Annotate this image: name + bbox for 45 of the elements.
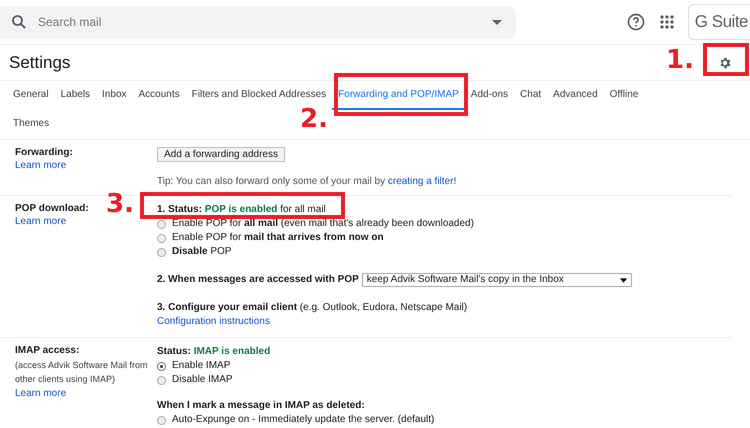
- page-title: Settings: [9, 52, 70, 72]
- configuration-link[interactable]: Configuration instructions: [157, 315, 270, 329]
- settings-tab[interactable]: Advanced: [547, 81, 604, 110]
- radio-option[interactable]: Enable POP for mail that arrives from now on: [157, 231, 384, 245]
- settings-tab[interactable]: Forwarding and POP/IMAP: [332, 81, 465, 110]
- radio-option[interactable]: Disable POP: [157, 245, 232, 259]
- radio-option[interactable]: Enable POP for all mail (even mail that's already been downloaded): [157, 217, 474, 231]
- section-label: POP download:: [15, 203, 90, 214]
- radio-option[interactable]: Enable IMAP: [157, 359, 230, 373]
- settings-tab[interactable]: General: [7, 81, 55, 110]
- learn-more-link[interactable]: Learn more: [15, 388, 66, 399]
- annotation-number: 1.: [666, 47, 694, 73]
- annotation-number: 3.: [106, 191, 134, 217]
- pop-status: 1. Status: POP is enabled for all mail: [157, 203, 326, 217]
- caret-icon: [620, 278, 627, 282]
- radio-option[interactable]: Auto-Expunge on - Immediately update the server. (default): [157, 413, 434, 427]
- settings-icon[interactable]: [718, 56, 732, 70]
- apps-grid-icon[interactable]: [660, 15, 674, 29]
- annotation-number: 2.: [300, 106, 328, 132]
- brand-logo[interactable]: G Suite: [688, 4, 750, 40]
- section-note: (access Advik Software Mail from other clients using IMAP): [15, 359, 149, 386]
- settings-tab[interactable]: Labels: [54, 81, 96, 110]
- learn-more-link[interactable]: Learn more: [15, 160, 66, 171]
- settings-tab[interactable]: Offline: [604, 81, 644, 110]
- section-label: IMAP access:: [15, 345, 80, 356]
- search-icon: [10, 13, 28, 31]
- filter-link[interactable]: creating a filter!: [388, 176, 456, 187]
- pop-action-dropdown[interactable]: keep Advik Software Mail's copy in the Inbox: [362, 273, 632, 287]
- annotation-box: [703, 43, 749, 76]
- add-forwarding-button[interactable]: Add a forwarding address: [157, 147, 285, 162]
- caret-icon[interactable]: [492, 20, 502, 24]
- access-label: 2. When messages are accessed with POP: [157, 273, 359, 287]
- section-label: Forwarding:: [15, 147, 74, 158]
- settings-tab[interactable]: Add-ons: [464, 81, 514, 110]
- imap-status: Status: IMAP is enabled: [157, 345, 270, 359]
- settings-tab[interactable]: Chat: [514, 81, 548, 110]
- deleted-heading: When I mark a message in IMAP as deleted:: [157, 399, 365, 413]
- radio-option[interactable]: Disable IMAP: [157, 373, 233, 387]
- configure-text: 3. Configure your email client (e.g. Outlook, Eudora, Netscape Mail): [157, 301, 468, 315]
- settings-tab[interactable]: Accounts: [132, 81, 186, 110]
- tip-text: Tip: You can also forward only some of your mail by: [157, 176, 386, 187]
- help-icon[interactable]: [626, 12, 646, 32]
- learn-more-link[interactable]: Learn more: [15, 216, 66, 227]
- settings-tab[interactable]: Inbox: [96, 81, 133, 110]
- settings-tab[interactable]: Themes: [7, 110, 56, 139]
